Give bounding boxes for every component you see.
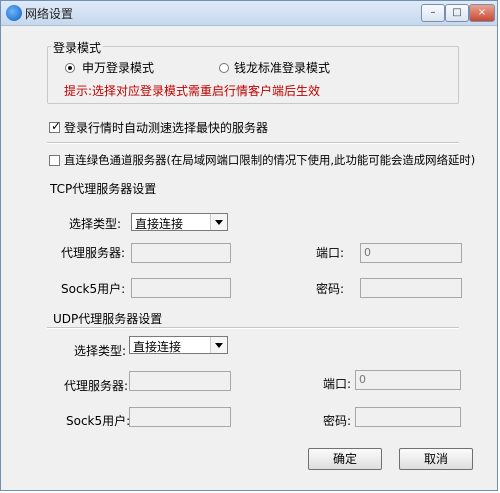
udp-socks-user-label: Sock5用户:: [66, 414, 131, 428]
green-channel-checkbox[interactable]: [49, 155, 60, 166]
tcp-proxy-server-input[interactable]: [131, 243, 231, 263]
tcp-port-input[interactable]: 0: [360, 243, 462, 263]
udp-password-label: 密码:: [323, 414, 352, 428]
tcp-port-label: 端口:: [316, 246, 345, 260]
udp-select-value: 直接连接: [133, 340, 182, 354]
app-logo-icon: [6, 5, 22, 21]
tcp-socks-user-input[interactable]: [131, 278, 231, 298]
auto-fastest-label: 登录行情时自动测速选择最快的服务器: [64, 121, 269, 135]
tcp-select-value: 直接连接: [135, 217, 184, 231]
udp-select-type-label: 选择类型:: [74, 344, 127, 358]
separator: [47, 327, 459, 329]
minimize-button[interactable]: –: [421, 4, 445, 22]
auto-fastest-checkbox[interactable]: ✓: [49, 119, 62, 133]
window-title: 网络设置: [25, 7, 74, 21]
tcp-proxy-title: TCP代理服务器设置: [50, 182, 157, 196]
qianlong-login-radio[interactable]: [219, 63, 229, 73]
shenwan-login-radio[interactable]: [65, 63, 75, 73]
tcp-proxy-server-label: 代理服务器:: [61, 246, 126, 260]
shenwan-login-label: 申万登录模式: [82, 61, 155, 75]
tcp-password-label: 密码:: [316, 282, 345, 296]
tcp-connection-type-select[interactable]: 直接连接: [131, 213, 228, 231]
udp-port-input[interactable]: 0: [355, 370, 461, 390]
tcp-socks-user-label: Sock5用户:: [61, 282, 126, 296]
qianlong-login-label: 钱龙标准登录模式: [234, 61, 331, 75]
udp-password-input[interactable]: [355, 407, 461, 427]
tcp-select-type-label: 选择类型:: [69, 217, 122, 231]
udp-connection-type-select[interactable]: 直接连接: [129, 336, 228, 354]
chevron-down-icon[interactable]: [210, 337, 227, 353]
maximize-button[interactable]: □: [445, 4, 469, 22]
cancel-button[interactable]: 取消: [399, 448, 473, 470]
restart-hint: 提示:选择对应登录模式需重启行情客户端后生效: [64, 84, 321, 98]
udp-socks-user-input[interactable]: [129, 407, 231, 427]
chevron-down-icon[interactable]: [210, 214, 227, 230]
udp-proxy-server-label: 代理服务器:: [64, 379, 129, 393]
udp-port-label: 端口:: [323, 377, 352, 391]
tcp-password-input[interactable]: [360, 278, 462, 298]
udp-proxy-server-input[interactable]: [129, 371, 231, 391]
settings-content: 登录模式 申万登录模式 钱龙标准登录模式 提示:选择对应登录模式需重启行情客户端…: [2, 26, 496, 489]
network-settings-window: 网络设置 – □ × 登录模式 申万登录模式 钱龙标准登录模式 提示:选择对应登…: [0, 0, 498, 491]
title-bar[interactable]: 网络设置 – □ ×: [1, 1, 497, 26]
ok-button[interactable]: 确定: [308, 448, 382, 470]
checkmark-icon: ✓: [51, 119, 62, 133]
separator: [47, 142, 459, 144]
green-channel-label: 直连绿色通道服务器(在局域网端口限制的情况下使用,此功能可能会造成网络延时): [64, 153, 476, 167]
login-mode-title: 登录模式: [51, 39, 104, 56]
close-button[interactable]: ×: [469, 4, 495, 22]
udp-proxy-title: UDP代理服务器设置: [53, 312, 163, 326]
